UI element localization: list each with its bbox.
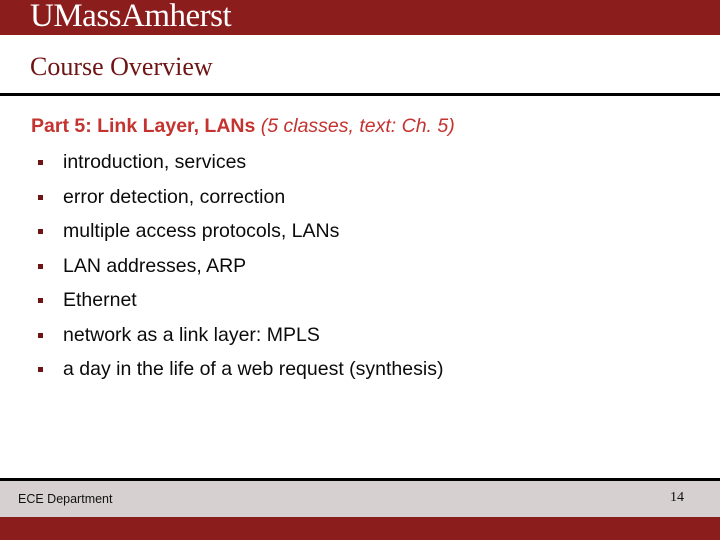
list-item-label: LAN addresses, ARP — [63, 254, 247, 277]
list-item-label: multiple access protocols, LANs — [63, 220, 340, 242]
footer-department-label: ECE Department — [18, 492, 113, 506]
square-bullet-icon — [38, 332, 43, 338]
list-item: introduction, services — [0, 145, 720, 180]
title-divider — [0, 93, 720, 96]
square-bullet-icon — [38, 298, 43, 303]
square-bullet-icon — [38, 367, 43, 372]
list-item: error detection, correction — [0, 180, 720, 215]
part-heading-subtitle: (5 classes, text: Ch. 5) — [260, 115, 455, 137]
square-bullet-icon — [38, 194, 43, 200]
part-heading-main: Part 5: Link Layer, LANs — [31, 115, 256, 137]
slide-page-number: 14 — [670, 490, 684, 505]
list-item: a day in the life of a web request (synt… — [0, 352, 720, 387]
list-item-label: a day in the life of a web request (synt… — [63, 358, 444, 380]
footer-accent-bar — [0, 517, 720, 540]
umass-amherst-logo: UMassAmherst — [30, 0, 232, 34]
square-bullet-icon — [38, 229, 43, 234]
slide: UMassAmherst Course Overview Part 5: Lin… — [0, 0, 720, 540]
page-title: Course Overview — [30, 52, 213, 81]
list-item: multiple access protocols, LANs — [0, 214, 720, 249]
square-bullet-icon — [38, 160, 43, 165]
list-item-label: Ethernet — [63, 289, 137, 311]
list-item-label: network as a link layer: MPLS — [63, 323, 320, 346]
list-item: Ethernet — [0, 283, 720, 318]
footer-band: ECE Department 14 — [0, 481, 720, 517]
square-bullet-icon — [38, 263, 43, 269]
slide-content: Part 5: Link Layer, LANs (5 classes, tex… — [0, 105, 720, 475]
list-item-label: error detection, correction — [63, 185, 286, 208]
brand-banner: UMassAmherst — [0, 0, 720, 35]
list-item: network as a link layer: MPLS — [0, 318, 720, 353]
list-item-label: introduction, services — [63, 151, 247, 173]
title-area: Course Overview — [0, 35, 720, 93]
topic-list: introduction, services error detection, … — [0, 145, 720, 387]
list-item: LAN addresses, ARP — [0, 249, 720, 284]
part-heading: Part 5: Link Layer, LANs (5 classes, tex… — [31, 113, 455, 139]
